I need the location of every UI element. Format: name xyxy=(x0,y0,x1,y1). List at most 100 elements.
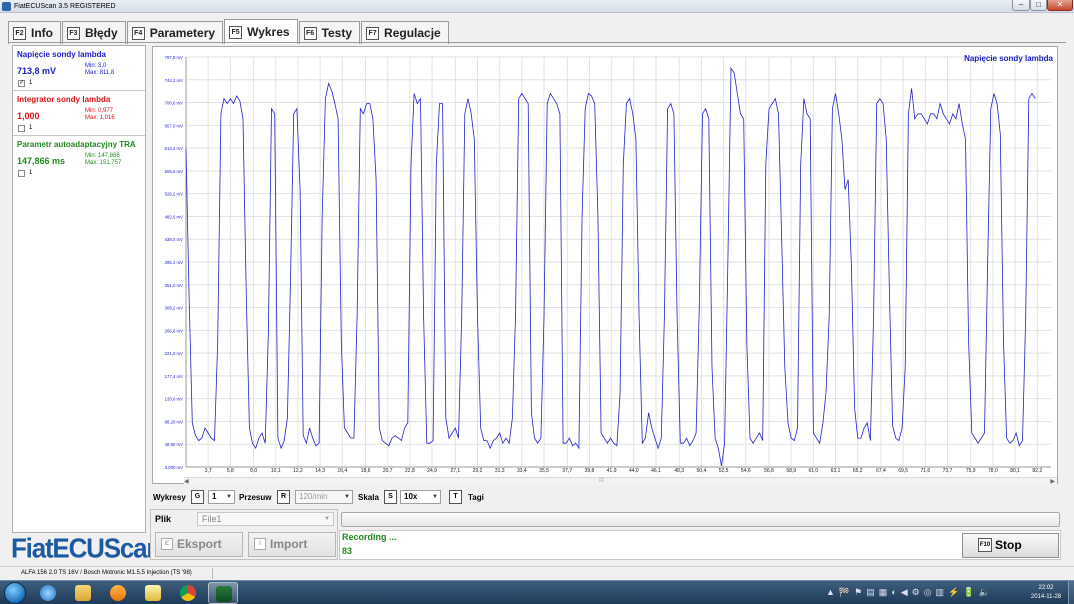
tab-info[interactable]: F2 Info xyxy=(8,21,61,44)
wykresy-select[interactable]: 1 ▼ xyxy=(208,490,235,504)
tagi-label[interactable]: Tagi xyxy=(468,490,484,505)
chart-horizontal-scrollbar[interactable]: ◀ ⁞⁞⁞ ▶ xyxy=(184,477,1057,485)
param-checkbox[interactable] xyxy=(18,170,25,177)
skala-select[interactable]: 10x ▼ xyxy=(400,490,441,504)
chevron-down-icon: ▼ xyxy=(432,494,438,500)
scroll-right-arrow-icon[interactable]: ▶ xyxy=(1050,478,1055,486)
tab-bledy[interactable]: F3 Błędy xyxy=(62,21,126,44)
x-tick-label: 18,6 xyxy=(361,468,371,474)
fkey-badge: F4 xyxy=(131,26,145,40)
x-tick-label: 8,0 xyxy=(250,468,257,474)
title-bar: FiatECUScan 3.5 REGISTERED – □ ✕ xyxy=(0,0,1074,13)
x-tick-label: 31,3 xyxy=(495,468,505,474)
stop-button[interactable]: F10 Stop xyxy=(962,533,1059,558)
param-lambda-voltage[interactable]: Napięcie sondy lambda 713,8 mV Min: 3,0 … xyxy=(13,46,145,91)
x-tick-label: 54,6 xyxy=(741,468,751,474)
maximize-button[interactable]: □ xyxy=(1030,0,1047,11)
y-tick-label: 308,2 mV xyxy=(165,306,184,311)
tray-icon-6[interactable]: ◀ xyxy=(901,587,908,598)
fiatecuscan-logo: FiatECUScan xyxy=(11,532,162,564)
tab-wykres[interactable]: F5 Wykres xyxy=(224,19,298,44)
clock-time: 22:02 xyxy=(1038,585,1054,591)
taskbar-media-player[interactable] xyxy=(103,582,133,604)
chart-panel: 3,000 mV 48,60 mV 88,20 mV 133,0 mV 177,4 mV… xyxy=(152,46,1058,484)
param-min: Min: 147,866 xyxy=(85,153,120,159)
tab-testy[interactable]: F6 Testy xyxy=(298,21,361,44)
tab-label: Regulacje xyxy=(384,26,441,40)
start-button-icon[interactable] xyxy=(4,582,26,604)
import-label: Import xyxy=(270,537,308,551)
scroll-thumb[interactable]: ⁞⁞⁞ xyxy=(599,478,604,484)
scroll-left-arrow-icon[interactable]: ◀ xyxy=(184,478,189,486)
folder-icon xyxy=(75,585,91,601)
param-max: Max: 1,016 xyxy=(85,115,115,121)
show-desktop-button[interactable] xyxy=(1068,581,1074,604)
y-tick-label: 482,6 mV xyxy=(165,214,184,219)
x-tick-label: 71,6 xyxy=(920,468,930,474)
x-tick-label: 58,9 xyxy=(786,468,796,474)
przesuw-key: R xyxy=(277,490,290,504)
x-tick-label: 37,7 xyxy=(562,468,572,474)
tray-icon-3[interactable]: ▤ xyxy=(866,587,875,598)
tray-icon-10[interactable]: ⚡ xyxy=(948,587,959,598)
taskbar-explorer[interactable] xyxy=(68,582,98,604)
tray-icon-1[interactable]: 🏁 xyxy=(839,587,850,598)
tray-icon-9[interactable]: ▥ xyxy=(936,587,945,598)
taskbar-chrome[interactable] xyxy=(173,582,203,604)
export-button[interactable]: E Eksport xyxy=(155,532,243,557)
x-tick-label: 48,3 xyxy=(674,468,684,474)
x-tick-label: 33,4 xyxy=(517,468,527,474)
fkey-badge: F5 xyxy=(229,25,243,39)
y-tick-label: 351,0 mV xyxy=(165,283,184,288)
x-tick-label: 63,1 xyxy=(831,468,841,474)
param-lambda-integrator[interactable]: Integrator sondy lambda 1,000 Min: 0,977… xyxy=(13,91,145,136)
window-title: FiatECUScan 3.5 REGISTERED xyxy=(14,3,116,10)
param-max: Max: 811,8 xyxy=(85,70,115,76)
tray-icon-11[interactable]: 🔋 xyxy=(963,587,974,598)
x-tick-label: 52,5 xyxy=(719,468,729,474)
chevron-down-icon: ▼ xyxy=(324,516,330,522)
przesuw-label: Przesuw xyxy=(239,493,272,502)
system-tray[interactable]: ▲ 🏁 ⚑ ▤ ▦ ◐ ◀ ⚙ ◎ ▥ ⚡ 🔋 🔈 xyxy=(826,587,1026,599)
y-tick-label: 526,2 mV xyxy=(165,192,184,197)
przesuw-select[interactable]: 120/min ▼ xyxy=(295,490,353,504)
x-tick-label: 82,2 xyxy=(1032,468,1042,474)
przesuw-value: 120/min xyxy=(299,492,328,501)
stop-label: Stop xyxy=(995,538,1022,552)
tray-icon-2[interactable]: ⚑ xyxy=(854,587,862,598)
tray-icon-8[interactable]: ◎ xyxy=(924,587,932,598)
param-value: 1,000 xyxy=(17,111,40,121)
param-checkbox[interactable] xyxy=(18,125,25,132)
close-button[interactable]: ✕ xyxy=(1047,0,1073,11)
tab-parametery[interactable]: F4 Parametery xyxy=(126,21,224,44)
param-value: 147,866 ms xyxy=(17,156,66,166)
chevron-down-icon: ▼ xyxy=(226,494,232,500)
tab-regulacje[interactable]: F7 Regulacje xyxy=(361,21,449,44)
tray-icon-0[interactable]: ▲ xyxy=(826,587,835,597)
taskbar-clock[interactable]: 22:02 2014-11-28 xyxy=(1025,584,1067,602)
x-tick-label: 35,5 xyxy=(539,468,549,474)
line-chart: 3,000 mV 48,60 mV 88,20 mV 133,0 mV 177,4 mV… xyxy=(165,55,1051,474)
taskbar-ie[interactable] xyxy=(33,582,63,604)
recording-status-box xyxy=(339,530,1061,560)
param-name: Integrator sondy lambda xyxy=(17,95,111,104)
internet-explorer-icon xyxy=(40,585,56,601)
param-checkbox[interactable]: ✓ xyxy=(18,80,25,87)
tagi-key[interactable]: T xyxy=(449,490,462,504)
taskbar-fiatecuscan[interactable] xyxy=(208,582,238,604)
file-label: Plik xyxy=(155,514,172,524)
import-button[interactable]: I Import xyxy=(248,532,336,557)
tray-icon-7[interactable]: ⚙ xyxy=(912,587,920,598)
tray-icon-5[interactable]: ◐ xyxy=(891,587,896,597)
tray-icon-4[interactable]: ▦ xyxy=(879,587,888,598)
param-name: Napięcie sondy lambda xyxy=(17,50,106,59)
y-tick-label: 395,4 mV xyxy=(165,260,184,265)
minimize-button[interactable]: – xyxy=(1012,0,1030,11)
wykresy-value: 1 xyxy=(212,492,217,501)
param-tra-adaptive[interactable]: Parametr autoadaptacyjny TRA 147,866 ms … xyxy=(13,136,145,181)
taskbar-fiat-app[interactable] xyxy=(138,582,168,604)
tray-icon-12[interactable]: 🔈 xyxy=(979,587,990,598)
x-tick-label: 50,4 xyxy=(697,468,707,474)
file-select[interactable]: File1 ▼ xyxy=(197,512,334,526)
x-tick-label: 22,8 xyxy=(405,468,415,474)
